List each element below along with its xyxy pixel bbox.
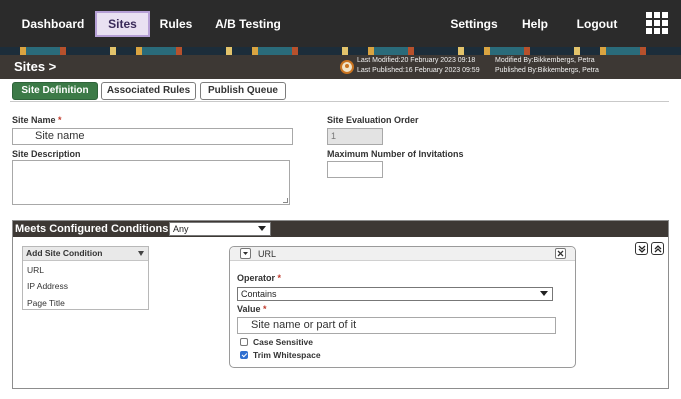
nav-rules[interactable]: Rules bbox=[156, 11, 196, 37]
nav-logout[interactable]: Logout bbox=[573, 11, 621, 37]
eval-order-label: Site Evaluation Order bbox=[327, 115, 419, 125]
collapse-panel-button[interactable] bbox=[240, 248, 251, 259]
modified-by-text: Modified By:Bikkembergs, Petra bbox=[495, 57, 595, 64]
close-icon bbox=[557, 250, 564, 257]
url-condition-panel: URL Operator * Contains Value * Site nam… bbox=[229, 246, 576, 368]
operator-label: Operator * bbox=[237, 273, 282, 283]
close-panel-button[interactable] bbox=[555, 248, 566, 259]
chevron-down-icon bbox=[540, 291, 548, 296]
double-chevron-down-icon bbox=[638, 245, 646, 253]
case-sensitive-checkbox[interactable] bbox=[240, 338, 248, 346]
trim-whitespace-label: Trim Whitespace bbox=[253, 350, 321, 360]
condition-option-page-title[interactable]: Page Title bbox=[27, 298, 65, 308]
chevron-down-icon bbox=[138, 251, 144, 256]
resize-handle-icon[interactable] bbox=[283, 198, 288, 203]
eval-order-input: 1 bbox=[327, 128, 383, 145]
max-invitations-label: Maximum Number of Invitations bbox=[327, 149, 464, 159]
nav-settings[interactable]: Settings bbox=[447, 11, 501, 37]
nav-ab-testing[interactable]: A/B Testing bbox=[212, 11, 284, 37]
url-panel-title: URL bbox=[258, 249, 277, 259]
match-select[interactable]: Any bbox=[169, 222, 271, 236]
collapse-all-button[interactable] bbox=[635, 242, 648, 255]
double-chevron-up-icon bbox=[654, 245, 662, 253]
condition-option-ip-address[interactable]: IP Address bbox=[27, 281, 68, 291]
chevron-down-icon bbox=[243, 252, 248, 255]
history-icon bbox=[340, 60, 354, 74]
tab-publish-queue[interactable]: Publish Queue bbox=[200, 82, 286, 100]
tab-associated-rules[interactable]: Associated Rules bbox=[101, 82, 196, 100]
conditions-title: Meets Configured Conditions bbox=[15, 223, 169, 235]
add-condition-select[interactable]: Add Site Condition bbox=[23, 247, 148, 261]
case-sensitive-label: Case Sensitive bbox=[253, 337, 314, 347]
last-modified-text: Last Modified:20 February 2023 09:18 bbox=[357, 57, 476, 64]
conditions-section: Meets Configured Conditions Any Add Site… bbox=[12, 220, 669, 389]
expand-all-button[interactable] bbox=[651, 242, 664, 255]
operator-select[interactable]: Contains bbox=[237, 287, 553, 301]
conditions-header: Meets Configured Conditions Any bbox=[13, 221, 668, 237]
value-label: Value * bbox=[237, 304, 267, 314]
top-nav: Dashboard Sites Rules A/B Testing Settin… bbox=[0, 0, 681, 47]
nav-dashboard[interactable]: Dashboard bbox=[14, 11, 92, 37]
condition-option-url[interactable]: URL bbox=[27, 265, 44, 275]
trim-whitespace-checkbox[interactable] bbox=[240, 351, 248, 359]
add-condition-list: Add Site Condition URL IP Address Page T… bbox=[22, 246, 149, 310]
last-published-text: Last Published:16 February 2023 09:59 bbox=[357, 67, 480, 74]
url-panel-header: URL bbox=[230, 247, 575, 261]
chevron-down-icon bbox=[258, 226, 266, 231]
site-description-textarea[interactable] bbox=[12, 160, 290, 205]
grid-icon[interactable] bbox=[646, 12, 668, 34]
page-header: Sites > Last Modified:20 February 2023 0… bbox=[0, 55, 681, 79]
nav-help[interactable]: Help bbox=[516, 11, 554, 37]
decorative-banner bbox=[0, 47, 681, 55]
tab-site-definition[interactable]: Site Definition bbox=[12, 82, 98, 100]
nav-sites[interactable]: Sites bbox=[95, 11, 150, 37]
published-by-text: Published By:Bikkembergs, Petra bbox=[495, 67, 599, 74]
breadcrumb[interactable]: Sites > bbox=[14, 59, 56, 74]
value-input[interactable]: Site name or part of it bbox=[237, 317, 556, 334]
site-name-input[interactable]: Site name bbox=[12, 128, 293, 145]
max-invitations-input[interactable] bbox=[327, 161, 383, 178]
site-description-label: Site Description bbox=[12, 149, 81, 159]
site-name-label: Site Name * bbox=[12, 115, 62, 125]
tabs-divider bbox=[10, 101, 669, 102]
